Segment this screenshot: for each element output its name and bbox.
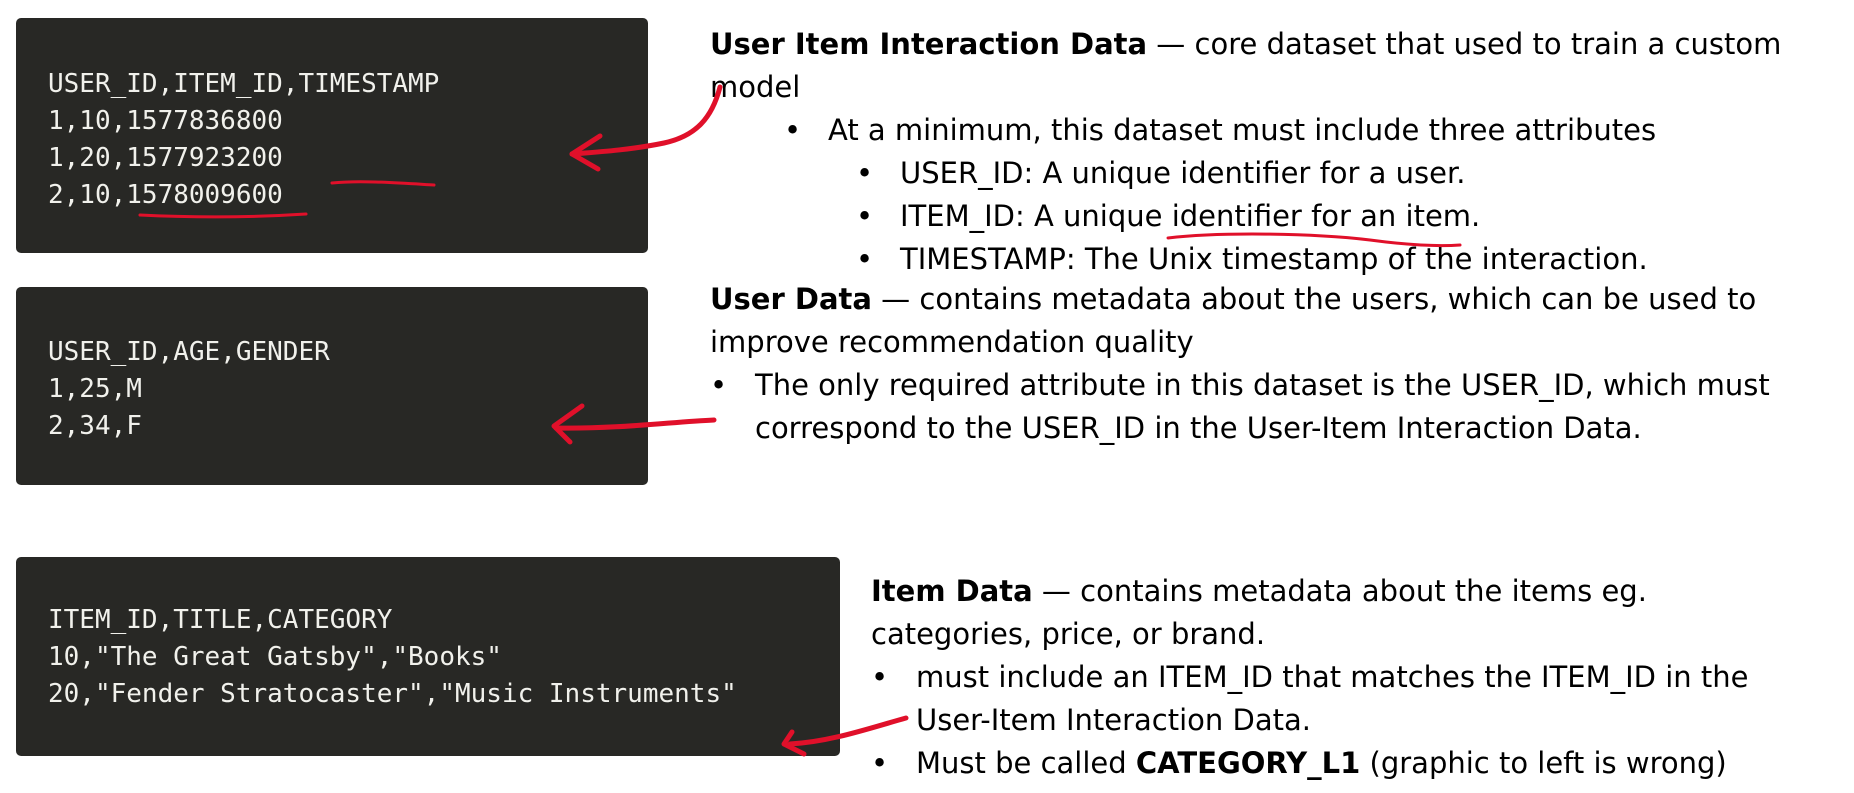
section-heading-line: User Item Interaction Data — core datase… [710, 23, 1850, 109]
list-item: • Must be called CATEGORY_L1 (graphic to… [871, 742, 1801, 785]
bullet-icon: • [856, 156, 874, 190]
bullet-icon: • [856, 242, 874, 276]
sub-list-item: • USER_ID: A unique identifier for a use… [710, 152, 1850, 195]
bullet-icon: • [871, 746, 889, 780]
section-heading-line: User Data — contains metadata about the … [710, 278, 1790, 364]
code-line: 10,"The Great Gatsby","Books" [48, 642, 502, 672]
bullet-text: The only required attribute in this data… [755, 368, 1770, 445]
user-data-description: User Data — contains metadata about the … [710, 278, 1790, 450]
bullet-text: TIMESTAMP: The Unix timestamp of the int… [900, 242, 1648, 276]
code-block-items: ITEM_ID,TITLE,CATEGORY 10,"The Great Gat… [16, 557, 840, 756]
bullet-icon: • [784, 113, 802, 147]
code-line: 20,"Fender Stratocaster","Music Instrume… [48, 679, 737, 709]
bullet-text: USER_ID: A unique identifier for a user. [900, 156, 1466, 190]
code-block-interactions: USER_ID,ITEM_ID,TIMESTAMP 1,10,157783680… [16, 18, 648, 253]
list-item: • The only required attribute in this da… [710, 364, 1790, 450]
code-block-users: USER_ID,AGE,GENDER 1,25,M 2,34,F [16, 287, 648, 485]
bullet-text: ITEM_ID: A unique identifier for an item… [900, 199, 1481, 233]
interaction-data-description: User Item Interaction Data — core datase… [710, 23, 1850, 281]
bullet-text: At a minimum, this dataset must include … [828, 113, 1657, 147]
bullet-icon: • [710, 368, 728, 402]
bullet-text-post: (graphic to left is wrong) [1360, 746, 1727, 780]
code-line: 1,25,M [48, 374, 142, 404]
list-item: • must include an ITEM_ID that matches t… [871, 656, 1801, 742]
code-line: 2,10,1578009600 [48, 180, 283, 210]
sub-list-item: • TIMESTAMP: The Unix timestamp of the i… [710, 238, 1850, 281]
code-line: USER_ID,AGE,GENDER [48, 337, 330, 367]
section-heading: Item Data [871, 574, 1033, 608]
bullet-icon: • [856, 199, 874, 233]
code-line: ITEM_ID,TITLE,CATEGORY [48, 605, 393, 635]
bullet-icon: • [871, 660, 889, 694]
list-item: • At a minimum, this dataset must includ… [710, 109, 1850, 152]
bullet-text: must include an ITEM_ID that matches the… [916, 660, 1749, 737]
sub-list-item: • ITEM_ID: A unique identifier for an it… [710, 195, 1850, 238]
code-line: USER_ID,ITEM_ID,TIMESTAMP [48, 69, 440, 99]
bullet-text-bold: CATEGORY_L1 [1135, 746, 1361, 780]
code-line: 2,34,F [48, 411, 142, 441]
code-line: 1,10,1577836800 [48, 106, 283, 136]
section-heading: User Item Interaction Data [710, 27, 1148, 61]
code-line: 1,20,1577923200 [48, 143, 283, 173]
bullet-text-pre: Must be called [916, 746, 1136, 780]
item-data-description: Item Data — contains metadata about the … [871, 570, 1801, 785]
section-heading-line: Item Data — contains metadata about the … [871, 570, 1691, 656]
section-heading: User Data [710, 282, 872, 316]
